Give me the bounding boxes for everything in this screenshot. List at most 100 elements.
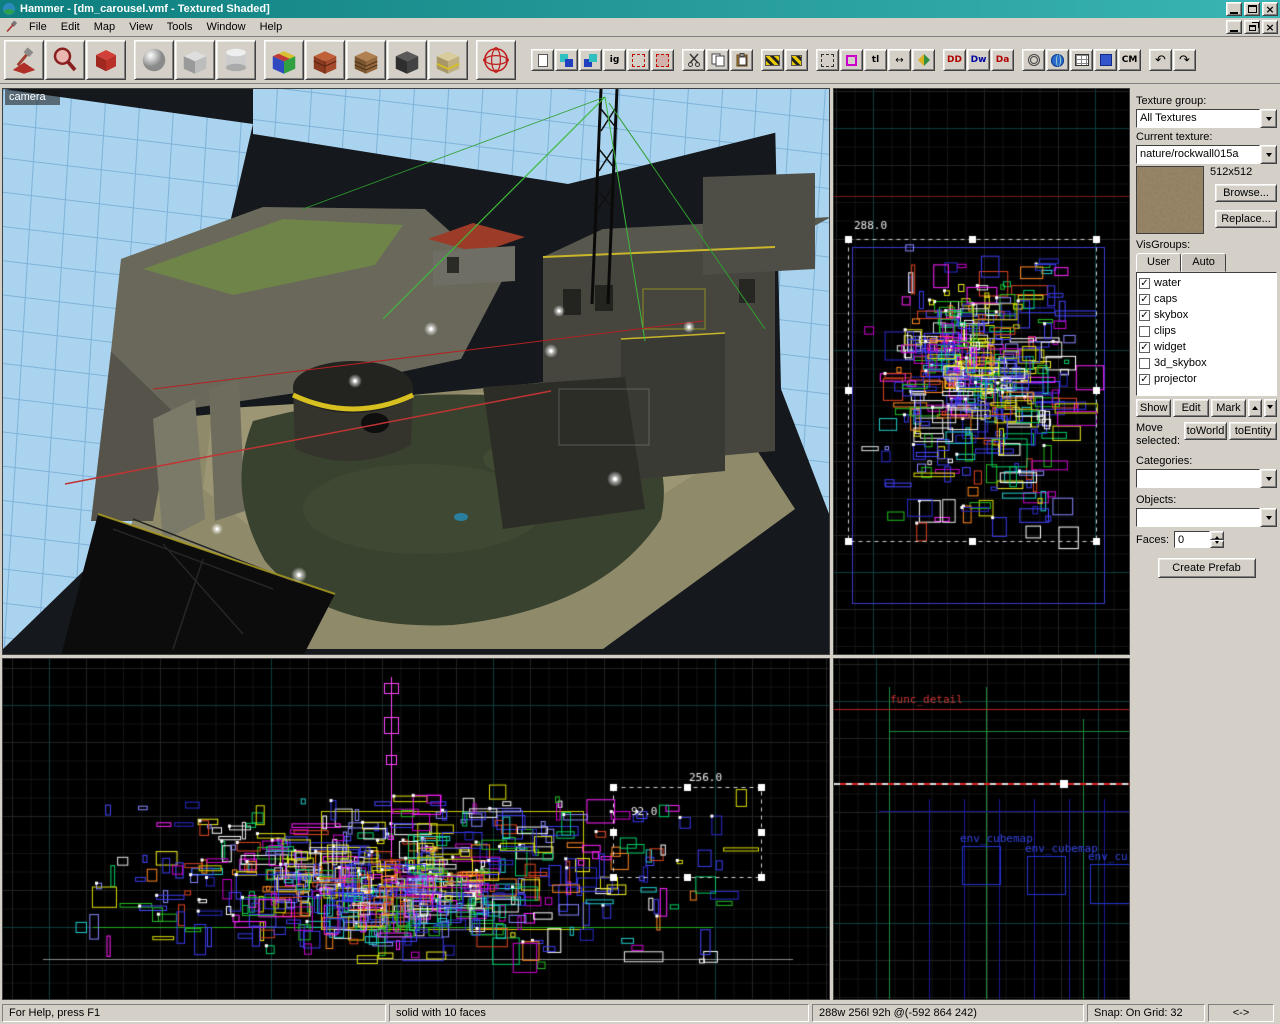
hammer-tool-button[interactable] bbox=[4, 40, 44, 80]
minimize-button[interactable] bbox=[1226, 2, 1242, 16]
close-button[interactable]: × bbox=[1262, 2, 1278, 16]
tab-user[interactable]: User bbox=[1136, 253, 1181, 272]
cut-button[interactable] bbox=[682, 49, 705, 71]
translate-button[interactable]: ↔ bbox=[888, 49, 911, 71]
menu-help[interactable]: Help bbox=[253, 19, 290, 35]
copy-button[interactable] bbox=[706, 49, 729, 71]
browse-button[interactable]: Browse... bbox=[1215, 184, 1277, 202]
cubemap-button[interactable]: CM bbox=[1118, 49, 1141, 71]
move-down-button[interactable] bbox=[1264, 399, 1277, 417]
visgroups-list[interactable]: ✓water ✓caps ✓skybox clips ✓widget 3d_sk… bbox=[1136, 272, 1277, 396]
menu-edit[interactable]: Edit bbox=[54, 19, 87, 35]
blocks-tool-button[interactable] bbox=[86, 40, 126, 80]
hide-selected-button[interactable] bbox=[761, 49, 784, 71]
checkbox[interactable]: ✓ bbox=[1139, 294, 1150, 305]
chevron-down-icon[interactable] bbox=[1260, 109, 1277, 128]
camera-view-label[interactable]: camera bbox=[5, 90, 60, 105]
smoothing-groups-button[interactable] bbox=[1022, 49, 1045, 71]
maximize-button[interactable] bbox=[1244, 2, 1260, 16]
checkbox[interactable]: ✓ bbox=[1139, 310, 1150, 321]
display-dw-button[interactable]: Dw bbox=[967, 49, 990, 71]
menu-map[interactable]: Map bbox=[87, 19, 122, 35]
cordon-edit-button[interactable] bbox=[627, 49, 650, 71]
faces-spin-up-button[interactable] bbox=[1210, 531, 1224, 540]
menu-window[interactable]: Window bbox=[199, 19, 252, 35]
flip-icon bbox=[912, 54, 935, 66]
replace-button[interactable]: Replace... bbox=[1215, 210, 1277, 228]
texture-preview[interactable] bbox=[1136, 166, 1204, 234]
cube-primitive-button[interactable] bbox=[175, 40, 215, 80]
checkbox[interactable] bbox=[1139, 358, 1150, 369]
texture-cube-dark-button[interactable] bbox=[387, 40, 427, 80]
display-dd-button[interactable]: DD bbox=[943, 49, 966, 71]
visgroup-row[interactable]: ✓water bbox=[1139, 275, 1274, 291]
visgroup-row[interactable]: clips bbox=[1139, 323, 1274, 339]
chevron-down-icon[interactable] bbox=[1260, 145, 1277, 164]
menu-tools[interactable]: Tools bbox=[160, 19, 200, 35]
sand-cube-icon bbox=[433, 45, 463, 75]
mdi-restore-button[interactable] bbox=[1244, 20, 1260, 34]
front-2d-canvas[interactable] bbox=[834, 659, 1129, 999]
visgroup-row[interactable]: 3d_skybox bbox=[1139, 355, 1274, 371]
vertex-sphere-button[interactable] bbox=[476, 40, 516, 80]
new-document-button[interactable] bbox=[531, 49, 554, 71]
move-up-button[interactable] bbox=[1248, 399, 1261, 417]
blue-mode-button[interactable] bbox=[1094, 49, 1117, 71]
sphere-primitive-button[interactable] bbox=[134, 40, 174, 80]
cordon-toggle-button[interactable] bbox=[651, 49, 674, 71]
magenta-select-button[interactable] bbox=[840, 49, 863, 71]
side-2d-canvas[interactable] bbox=[3, 659, 829, 999]
visgroup-row[interactable]: ✓caps bbox=[1139, 291, 1274, 307]
current-texture-dropdown[interactable]: nature/rockwall015a bbox=[1136, 145, 1277, 164]
menu-file[interactable]: File bbox=[22, 19, 54, 35]
chevron-down-icon[interactable] bbox=[1260, 508, 1277, 527]
texture-cube-brick-red-button[interactable] bbox=[305, 40, 345, 80]
categories-dropdown[interactable] bbox=[1136, 469, 1277, 488]
faces-input[interactable] bbox=[1174, 531, 1210, 548]
group-button[interactable] bbox=[555, 49, 578, 71]
texture-cube-multicolor-button[interactable] bbox=[264, 40, 304, 80]
flip-button[interactable] bbox=[912, 49, 935, 71]
create-prefab-button[interactable]: Create Prefab bbox=[1158, 558, 1256, 578]
run-map-button[interactable] bbox=[1046, 49, 1069, 71]
visgroup-row[interactable]: ✓skybox bbox=[1139, 307, 1274, 323]
display-da-button[interactable]: Da bbox=[991, 49, 1014, 71]
texture-lock-button[interactable]: tl bbox=[864, 49, 887, 71]
chevron-down-icon[interactable] bbox=[1260, 469, 1277, 488]
paste-button[interactable] bbox=[730, 49, 753, 71]
top-2d-canvas[interactable] bbox=[834, 89, 1129, 654]
grid-settings-button[interactable] bbox=[1070, 49, 1093, 71]
undo-button[interactable]: ↶ bbox=[1149, 49, 1172, 71]
viewport-side-2d[interactable] bbox=[2, 658, 830, 1000]
checkbox[interactable]: ✓ bbox=[1139, 342, 1150, 353]
show-button[interactable]: Show bbox=[1136, 399, 1171, 417]
selection-mode-button[interactable] bbox=[816, 49, 839, 71]
ungroup-button[interactable] bbox=[579, 49, 602, 71]
redo-button[interactable]: ↷ bbox=[1173, 49, 1196, 71]
texture-group-dropdown[interactable]: All Textures bbox=[1136, 109, 1277, 128]
checkbox[interactable]: ✓ bbox=[1139, 374, 1150, 385]
texture-cube-sand-button[interactable] bbox=[428, 40, 468, 80]
mark-button[interactable]: Mark bbox=[1211, 399, 1246, 417]
visgroup-row[interactable]: ✓widget bbox=[1139, 339, 1274, 355]
visgroup-row[interactable]: ✓projector bbox=[1139, 371, 1274, 387]
mdi-close-button[interactable]: × bbox=[1262, 20, 1278, 34]
edit-button[interactable]: Edit bbox=[1173, 399, 1208, 417]
checkbox[interactable]: ✓ bbox=[1139, 278, 1150, 289]
viewport-top-2d[interactable] bbox=[833, 88, 1130, 655]
mdi-minimize-button[interactable] bbox=[1226, 20, 1242, 34]
hide-unselected-button[interactable] bbox=[785, 49, 808, 71]
tab-auto[interactable]: Auto bbox=[1181, 253, 1226, 272]
ignore-groups-button[interactable]: ig bbox=[603, 49, 626, 71]
zoom-tool-button[interactable] bbox=[45, 40, 85, 80]
cylinder-primitive-button[interactable] bbox=[216, 40, 256, 80]
faces-spin-down-button[interactable] bbox=[1210, 540, 1224, 549]
checkbox[interactable] bbox=[1139, 326, 1150, 337]
viewport-front-2d[interactable] bbox=[833, 658, 1130, 1000]
objects-dropdown[interactable] bbox=[1136, 508, 1277, 527]
to-world-button[interactable]: toWorld bbox=[1184, 422, 1228, 440]
texture-cube-brick-button[interactable] bbox=[346, 40, 386, 80]
to-entity-button[interactable]: toEntity bbox=[1229, 422, 1277, 440]
viewport-3d[interactable]: camera bbox=[2, 88, 830, 655]
menu-view[interactable]: View bbox=[122, 19, 160, 35]
